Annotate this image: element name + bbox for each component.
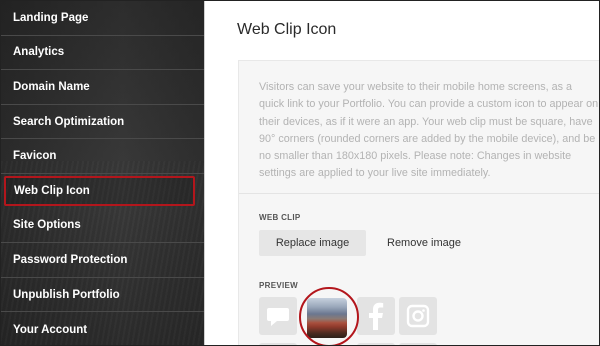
settings-sidebar: Landing Page Analytics Domain Name Searc… bbox=[1, 1, 204, 345]
section-divider bbox=[239, 193, 599, 194]
sidebar-item-your-account[interactable]: Your Account bbox=[1, 312, 204, 345]
sidebar-item-label: Web Clip Icon bbox=[14, 185, 90, 197]
remove-image-button[interactable]: Remove image bbox=[379, 230, 469, 256]
sidebar-item-label: Analytics bbox=[13, 46, 65, 59]
sidebar-item-analytics[interactable]: Analytics bbox=[1, 36, 204, 71]
settings-panel: Visitors can save your website to their … bbox=[238, 60, 599, 345]
web-clip-description: Visitors can save your website to their … bbox=[259, 81, 599, 180]
sidebar-item-label: Favicon bbox=[13, 150, 57, 163]
sidebar-item-favicon[interactable]: Favicon bbox=[1, 139, 204, 174]
main-pane: Web Clip Icon Visitors can save your web… bbox=[205, 1, 599, 345]
preview-section-label: PREVIEW bbox=[259, 281, 298, 290]
sidebar-item-label: Password Protection bbox=[13, 253, 128, 266]
sidebar-item-label: Domain Name bbox=[13, 80, 90, 93]
replace-image-button[interactable]: Replace image bbox=[259, 230, 366, 256]
speech-bubble-icon bbox=[267, 308, 289, 326]
sidebar-item-label: Site Options bbox=[13, 219, 81, 232]
sidebar-item-label: Landing Page bbox=[13, 11, 89, 24]
sidebar-item-site-options[interactable]: Site Options bbox=[1, 209, 204, 244]
instagram-icon bbox=[406, 304, 430, 328]
sidebar-item-label: Unpublish Portfolio bbox=[13, 288, 120, 301]
web-clip-section-label: WEB CLIP bbox=[259, 213, 301, 222]
sidebar-item-label: Search Optimization bbox=[13, 115, 125, 128]
sidebar-item-domain-name[interactable]: Domain Name bbox=[1, 70, 204, 105]
preview-tile-instagram bbox=[399, 297, 437, 335]
preview-tile-facebook bbox=[357, 297, 395, 335]
app-window: Landing Page Analytics Domain Name Searc… bbox=[0, 0, 600, 346]
sidebar-item-landing-page[interactable]: Landing Page bbox=[1, 1, 204, 36]
sidebar-item-web-clip-icon[interactable]: Web Clip Icon bbox=[4, 176, 195, 206]
preview-tile-message bbox=[259, 297, 297, 335]
page-title: Web Clip Icon bbox=[237, 21, 337, 38]
sidebar-item-label: Your Account bbox=[13, 323, 88, 336]
preview-highlight-circle bbox=[299, 287, 359, 345]
sidebar-item-unpublish-portfolio[interactable]: Unpublish Portfolio bbox=[1, 278, 204, 313]
sidebar-item-search-optimization[interactable]: Search Optimization bbox=[1, 105, 204, 140]
facebook-icon bbox=[369, 302, 384, 330]
sidebar-item-password-protection[interactable]: Password Protection bbox=[1, 243, 204, 278]
